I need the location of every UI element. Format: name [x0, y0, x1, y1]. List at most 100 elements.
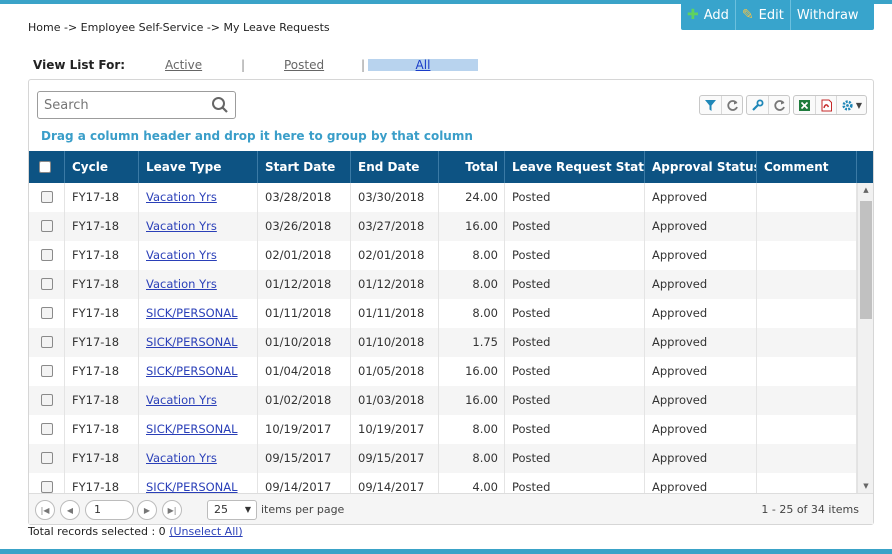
- table-row[interactable]: FY17-18 Vacation Yrs 01/02/2018 01/03/2018 1…: [29, 386, 857, 415]
- search-icon[interactable]: [211, 96, 229, 114]
- row-checkbox[interactable]: [41, 364, 53, 377]
- cell-end-date: 09/14/2017: [351, 473, 439, 493]
- edit-button[interactable]: ✎ Edit: [736, 0, 791, 30]
- vertical-scrollbar[interactable]: ▲ ▼: [857, 183, 873, 493]
- search-input[interactable]: [44, 93, 214, 117]
- row-select-cell: [29, 212, 65, 241]
- cell-leave-type-link[interactable]: Vacation Yrs: [139, 212, 258, 241]
- cell-total: 4.00: [439, 473, 505, 493]
- cell-leave-type-link[interactable]: Vacation Yrs: [139, 386, 258, 415]
- cell-end-date: 09/15/2017: [351, 444, 439, 473]
- table-row[interactable]: FY17-18 Vacation Yrs 03/28/2018 03/30/2018 2…: [29, 183, 857, 212]
- refresh-filter-button[interactable]: [721, 96, 742, 114]
- column-settings-button[interactable]: [747, 96, 768, 114]
- page-number-input[interactable]: 1: [85, 500, 134, 520]
- table-row[interactable]: FY17-18 SICK/PERSONAL 01/10/2018 01/10/2018…: [29, 328, 857, 357]
- last-page-button[interactable]: ▶|: [162, 500, 182, 520]
- add-button-label: Add: [703, 7, 729, 23]
- cell-leave-type-link[interactable]: SICK/PERSONAL: [139, 299, 258, 328]
- table-row[interactable]: FY17-18 SICK/PERSONAL 01/11/2018 01/11/2018…: [29, 299, 857, 328]
- cell-comment: [757, 212, 857, 241]
- row-select-cell: [29, 270, 65, 299]
- row-checkbox[interactable]: [41, 393, 53, 406]
- cell-start-date: 01/10/2018: [258, 328, 351, 357]
- cell-approval-status: Approved: [645, 415, 757, 444]
- column-header-end-date[interactable]: End Date: [351, 151, 439, 183]
- next-page-icon: ▶: [143, 505, 151, 515]
- cell-leave-type-link[interactable]: Vacation Yrs: [139, 444, 258, 473]
- export-pdf-button[interactable]: [815, 96, 836, 114]
- cell-end-date: 01/12/2018: [351, 270, 439, 299]
- column-header-comment[interactable]: Comment: [757, 151, 857, 183]
- column-header-cycle[interactable]: Cycle: [65, 151, 139, 183]
- table-row[interactable]: FY17-18 Vacation Yrs 02/01/2018 02/01/2018 8…: [29, 241, 857, 270]
- row-checkbox[interactable]: [41, 277, 53, 290]
- row-checkbox[interactable]: [41, 248, 53, 261]
- column-header-leave-request-status[interactable]: Leave Request Status: [505, 151, 645, 183]
- cell-leave-type-link[interactable]: SICK/PERSONAL: [139, 357, 258, 386]
- prev-page-button[interactable]: ◀: [60, 500, 80, 520]
- view-posted-link[interactable]: Posted: [284, 58, 324, 72]
- items-per-page-label: items per page: [261, 503, 345, 516]
- cell-comment: [757, 386, 857, 415]
- cell-cycle: FY17-18: [65, 241, 139, 270]
- cell-leave-type-link[interactable]: SICK/PERSONAL: [139, 473, 258, 493]
- cell-start-date: 10/19/2017: [258, 415, 351, 444]
- next-page-button[interactable]: ▶: [137, 500, 157, 520]
- add-button[interactable]: ✚ Add: [681, 0, 736, 30]
- column-header-approval-status[interactable]: Approval Status: [645, 151, 757, 183]
- table-row[interactable]: FY17-18 Vacation Yrs 03/26/2018 03/27/2018 1…: [29, 212, 857, 241]
- row-checkbox[interactable]: [41, 335, 53, 348]
- table-row[interactable]: FY17-18 SICK/PERSONAL 01/04/2018 01/05/2018…: [29, 357, 857, 386]
- cell-cycle: FY17-18: [65, 328, 139, 357]
- reset-button[interactable]: [768, 96, 789, 114]
- cell-leave-type-link[interactable]: SICK/PERSONAL: [139, 328, 258, 357]
- row-select-cell: [29, 415, 65, 444]
- cell-leave-type-link[interactable]: SICK/PERSONAL: [139, 415, 258, 444]
- cell-approval-status: Approved: [645, 241, 757, 270]
- scroll-down-arrow-icon[interactable]: ▼: [858, 479, 874, 493]
- row-checkbox[interactable]: [41, 480, 53, 493]
- cell-leave-request-status: Posted: [505, 357, 645, 386]
- scroll-thumb[interactable]: [860, 201, 872, 319]
- table-row[interactable]: FY17-18 Vacation Yrs 01/12/2018 01/12/2018 8…: [29, 270, 857, 299]
- unselect-all-link[interactable]: (Unselect All): [169, 525, 242, 538]
- cell-comment: [757, 473, 857, 493]
- table-row[interactable]: FY17-18 Vacation Yrs 09/15/2017 09/15/2017 8…: [29, 444, 857, 473]
- select-all-checkbox[interactable]: [39, 160, 51, 173]
- cell-cycle: FY17-18: [65, 212, 139, 241]
- scroll-up-arrow-icon[interactable]: ▲: [858, 183, 874, 197]
- view-all-link[interactable]: All: [368, 59, 478, 71]
- column-header-leave-type[interactable]: Leave Type: [139, 151, 258, 183]
- row-checkbox[interactable]: [41, 451, 53, 464]
- row-checkbox[interactable]: [41, 190, 53, 203]
- cell-leave-type-link[interactable]: Vacation Yrs: [139, 183, 258, 212]
- column-header-start-date[interactable]: Start Date ↓: [258, 151, 351, 183]
- cell-start-date: 03/28/2018: [258, 183, 351, 212]
- last-page-icon: ▶|: [167, 505, 177, 515]
- cell-leave-type-link[interactable]: Vacation Yrs: [139, 270, 258, 299]
- export-excel-button[interactable]: [794, 96, 815, 114]
- cell-leave-request-status: Posted: [505, 241, 645, 270]
- table-row[interactable]: FY17-18 SICK/PERSONAL 09/14/2017 09/14/2017…: [29, 473, 857, 493]
- cell-comment: [757, 444, 857, 473]
- row-checkbox[interactable]: [41, 219, 53, 232]
- first-page-button[interactable]: |◀: [35, 500, 55, 520]
- settings-menu-button[interactable]: ▼: [836, 96, 866, 114]
- view-active-link[interactable]: Active: [165, 58, 202, 72]
- withdraw-button[interactable]: Withdraw: [791, 0, 865, 30]
- cell-comment: [757, 299, 857, 328]
- filter-button[interactable]: [700, 96, 721, 114]
- row-checkbox[interactable]: [41, 306, 53, 319]
- page-size-select[interactable]: 25 ▼: [207, 500, 257, 520]
- cell-start-date: 01/11/2018: [258, 299, 351, 328]
- table-row[interactable]: FY17-18 SICK/PERSONAL 10/19/2017 10/19/2017…: [29, 415, 857, 444]
- cell-leave-request-status: Posted: [505, 386, 645, 415]
- cell-leave-request-status: Posted: [505, 212, 645, 241]
- row-checkbox[interactable]: [41, 422, 53, 435]
- grid-header: Cycle Leave Type Start Date ↓ End Date T…: [29, 151, 873, 183]
- cell-leave-type-link[interactable]: Vacation Yrs: [139, 241, 258, 270]
- column-header-total[interactable]: Total: [439, 151, 505, 183]
- cell-approval-status: Approved: [645, 444, 757, 473]
- cell-total: 16.00: [439, 357, 505, 386]
